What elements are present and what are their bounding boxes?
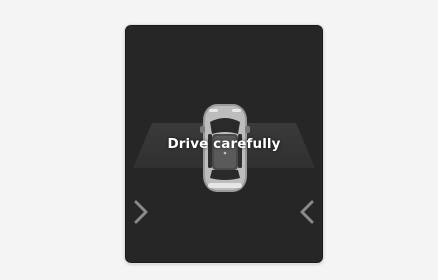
driver-assist-display: Drive carefully (125, 25, 323, 263)
chevron-right-icon (134, 200, 148, 224)
chevron-left-icon (300, 200, 314, 224)
status-message: Drive carefully (167, 136, 281, 152)
